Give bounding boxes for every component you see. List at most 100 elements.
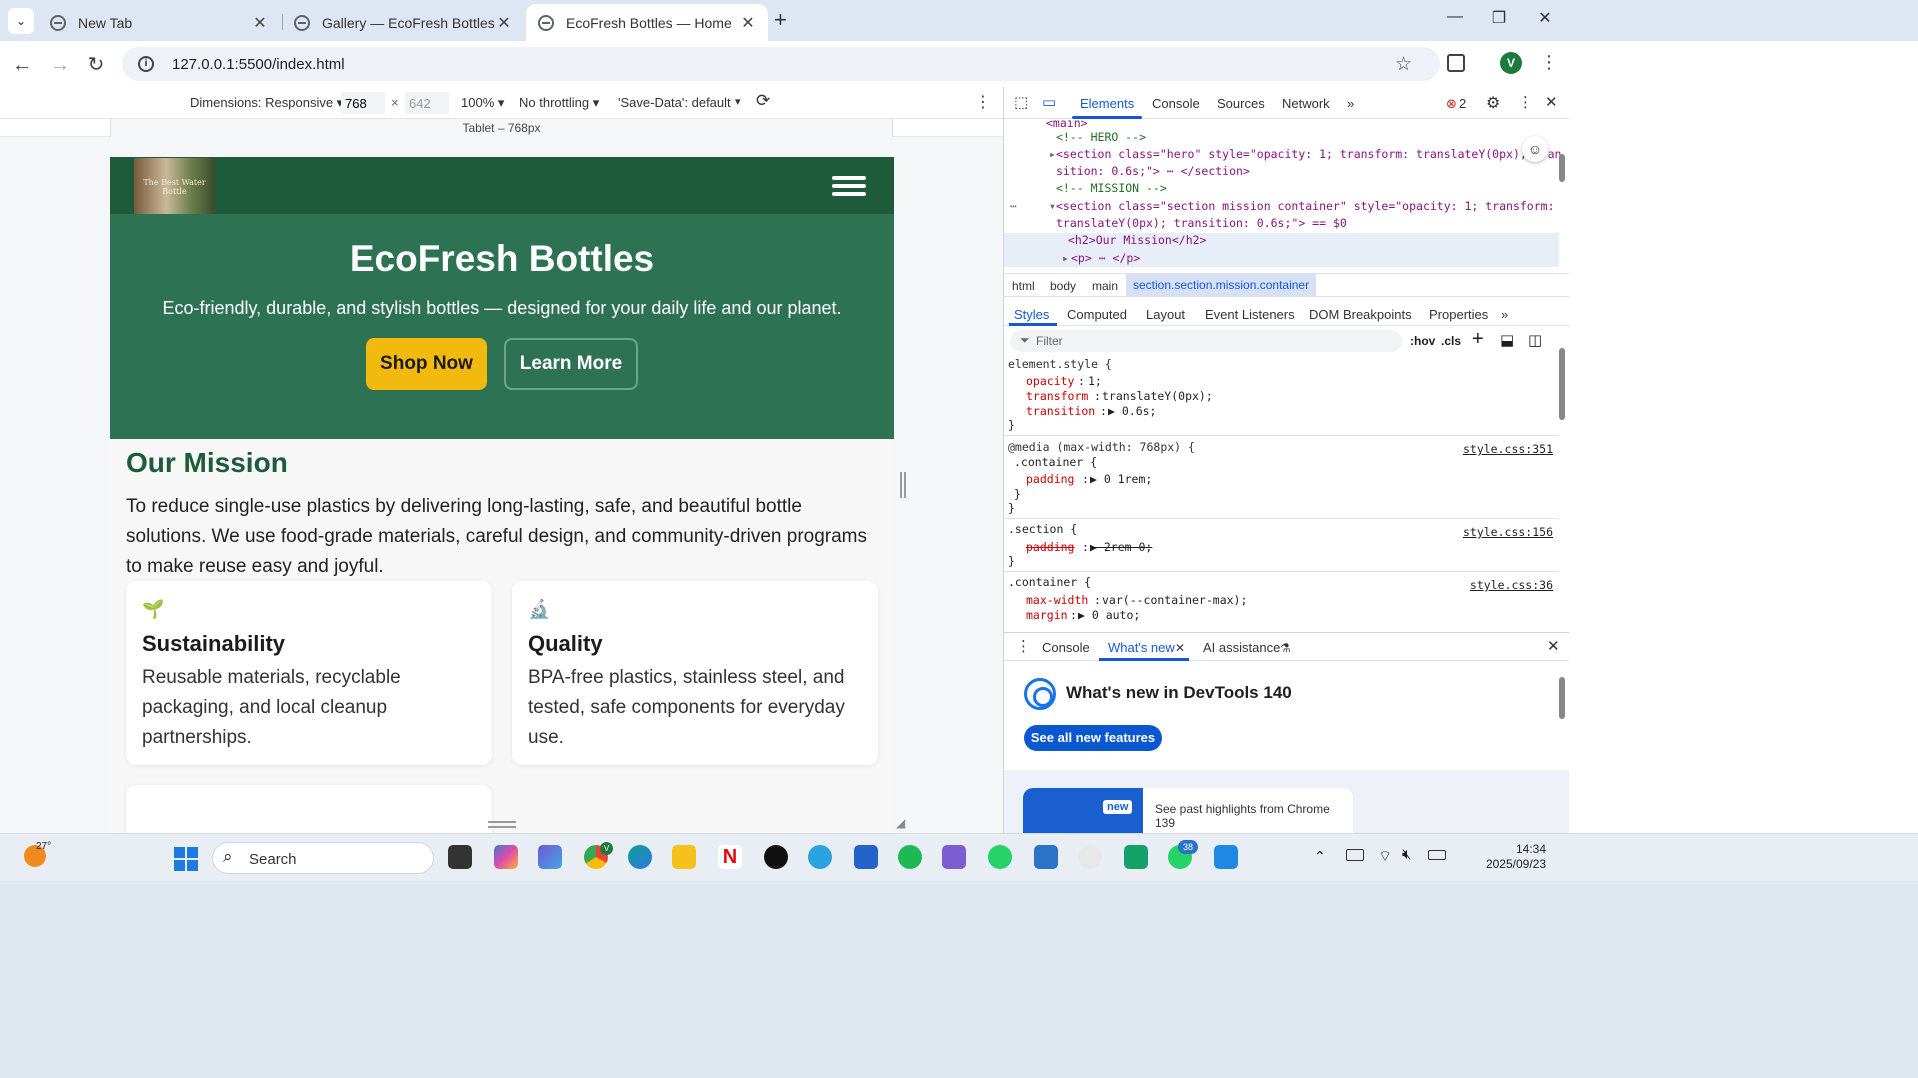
error-count[interactable]: 2 [1459, 96, 1466, 111]
tab-gallery[interactable]: Gallery — EcoFresh Bottles ✕ [282, 4, 524, 41]
close-devtools-icon[interactable]: ✕ [1545, 93, 1558, 111]
reload-button[interactable]: ↻ [84, 53, 108, 77]
zoom-select[interactable]: 100% ▾ [461, 95, 504, 111]
close-tab-icon[interactable]: ✕ [252, 13, 268, 33]
val-opacity[interactable]: 1; [1088, 374, 1102, 388]
rule-container[interactable]: .container { [1014, 455, 1097, 469]
resize-corner-icon[interactable]: ◢ [896, 816, 905, 830]
rule-section[interactable]: .section { [1008, 522, 1077, 536]
dom-tree[interactable]: <main> <!-- HERO --> ▸ <section class="h… [1004, 120, 1569, 272]
dom-h2[interactable]: <h2>Our Mission</h2> [1068, 233, 1206, 247]
see-all-features-button[interactable]: See all new features [1024, 725, 1162, 751]
tab-elements[interactable]: Elements [1080, 96, 1134, 111]
settings-gear-icon[interactable]: ⚙ [1486, 93, 1500, 113]
tab-properties[interactable]: Properties [1429, 307, 1488, 322]
chrome-menu-icon[interactable]: ⋮ [1540, 52, 1558, 73]
val-padding-overridden[interactable]: ▶ 2rem 0; [1090, 540, 1152, 554]
error-icon[interactable]: ⊗ [1446, 96, 1457, 112]
tiktok-icon[interactable] [764, 845, 788, 869]
site-info-icon[interactable]: i [138, 56, 154, 72]
close-tab-icon[interactable]: ✕ [1175, 641, 1185, 655]
photos-icon[interactable] [1078, 845, 1102, 869]
tab-network[interactable]: Network [1282, 96, 1330, 111]
crumb-html[interactable]: html [1012, 279, 1035, 293]
val-transition[interactable]: ▶ 0.6s; [1108, 404, 1156, 418]
dom-main[interactable]: <main> [1046, 120, 1088, 130]
spotify-icon[interactable] [898, 845, 922, 869]
address-bar[interactable]: i 127.0.0.1:5500/index.html [122, 47, 1440, 81]
val-padding[interactable]: ▶ 0 1rem; [1090, 472, 1152, 486]
cls-toggle[interactable]: .cls [1441, 334, 1461, 348]
rule-element-style[interactable]: element.style { [1008, 357, 1112, 371]
resize-handle-right[interactable] [900, 472, 906, 498]
whatsapp-icon[interactable] [988, 845, 1012, 869]
inspect-element-icon[interactable]: ⬚ [1014, 93, 1028, 111]
telegram-icon[interactable] [808, 845, 832, 869]
system-clock[interactable]: 14:34 2025/09/23 [1476, 842, 1546, 872]
rotate-icon[interactable]: ⟳ [756, 91, 770, 111]
media-query[interactable]: @media (max-width: 768px) { [1008, 440, 1195, 454]
tab-layout[interactable]: Layout [1146, 307, 1185, 322]
back-button[interactable]: ← [10, 53, 34, 77]
restore-button[interactable]: ❐ [1476, 8, 1522, 28]
drawer-tab-whats-new[interactable]: What's new [1108, 640, 1175, 655]
hamburger-menu-icon[interactable] [832, 176, 866, 196]
close-window-button[interactable]: ✕ [1522, 8, 1568, 28]
more-options-icon[interactable]: ⋯ [1010, 199, 1017, 213]
extensions-icon[interactable] [1447, 54, 1465, 72]
shop-now-button[interactable]: Shop Now [366, 338, 487, 390]
prop-padding[interactable]: padding [1026, 472, 1074, 486]
save-data-select[interactable]: 'Save-Data': default [618, 95, 731, 110]
styles-scrollbar[interactable] [1559, 330, 1569, 627]
tab-search-button[interactable]: ⌄ [8, 8, 34, 34]
crumb-body[interactable]: body [1050, 279, 1076, 293]
dom-mission-section-cont[interactable]: translateY(0px); transition: 0.6s;"> == … [1056, 216, 1347, 230]
media-query-label[interactable]: Tablet – 768px [110, 119, 893, 137]
close-tab-icon[interactable]: ✕ [496, 13, 512, 33]
weather-temp[interactable]: 27° [36, 841, 51, 852]
prop-max-width[interactable]: max-width [1026, 593, 1088, 607]
device-toolbar-menu-icon[interactable]: ⋮ [975, 92, 991, 112]
learn-more-button[interactable]: Learn More [504, 338, 638, 390]
copilot-app-icon[interactable] [538, 845, 562, 869]
rule-container-2[interactable]: .container { [1008, 575, 1091, 589]
vscode-icon[interactable] [1214, 845, 1238, 869]
profile-avatar[interactable]: V [1500, 52, 1522, 74]
chevron-down-icon[interactable]: ▾ [735, 95, 741, 108]
drawer-scrollbar[interactable] [1559, 663, 1569, 834]
val-transform[interactable]: translateY(0px); [1102, 389, 1213, 403]
prop-opacity[interactable]: opacity [1026, 374, 1074, 388]
sidebar-toggle-icon[interactable]: ◫ [1528, 331, 1542, 349]
tab-new-tab[interactable]: New Tab ✕ [38, 4, 280, 41]
prop-padding-overridden[interactable]: padding [1026, 540, 1074, 554]
styles-filter-input[interactable]: ⏷ Filter [1010, 330, 1402, 352]
task-view-icon[interactable] [448, 845, 472, 869]
tab-event-listeners[interactable]: Event Listeners [1205, 307, 1295, 322]
drawer-menu-icon[interactable]: ⋮ [1016, 637, 1031, 655]
past-highlights-card[interactable]: new See past highlights from Chrome 139 [1023, 788, 1353, 838]
battery-icon[interactable] [1428, 850, 1446, 860]
forward-button[interactable]: → [48, 53, 72, 77]
crumb-section[interactable]: section.section.mission.container [1126, 274, 1317, 296]
val-margin[interactable]: ▶ 0 auto; [1078, 608, 1140, 622]
store-icon[interactable] [854, 845, 878, 869]
source-link[interactable]: style.css:36 [1470, 578, 1553, 592]
mail-icon[interactable] [1034, 845, 1058, 869]
dom-hero-section[interactable]: <section class="hero" style="opacity: 1;… [1056, 147, 1561, 161]
devtools-menu-icon[interactable]: ⋮ [1518, 93, 1533, 111]
tab-home-active[interactable]: EcoFresh Bottles — Home ✕ [526, 4, 768, 41]
source-link[interactable]: style.css:156 [1463, 525, 1553, 539]
volume-muted-icon[interactable]: 🔇︎ [1402, 846, 1411, 863]
throttling-select[interactable]: No throttling ▾ [519, 95, 599, 111]
close-drawer-icon[interactable]: ✕ [1547, 637, 1560, 655]
taskbar-search-box[interactable]: ⌕ Search [212, 842, 434, 874]
accessibility-icon[interactable]: ☺ [1522, 136, 1548, 162]
bookmark-star-icon[interactable]: ☆ [1395, 53, 1412, 76]
collapse-triangle-icon[interactable]: ▾ [1049, 199, 1056, 213]
prop-margin[interactable]: margin [1026, 608, 1068, 622]
resize-handle-bottom[interactable] [488, 821, 516, 828]
drawer-tab-console[interactable]: Console [1042, 640, 1090, 655]
height-input[interactable] [405, 92, 449, 114]
keyboard-icon[interactable] [1346, 849, 1364, 861]
drawer-tab-ai-assistance[interactable]: AI assistance [1203, 640, 1280, 655]
